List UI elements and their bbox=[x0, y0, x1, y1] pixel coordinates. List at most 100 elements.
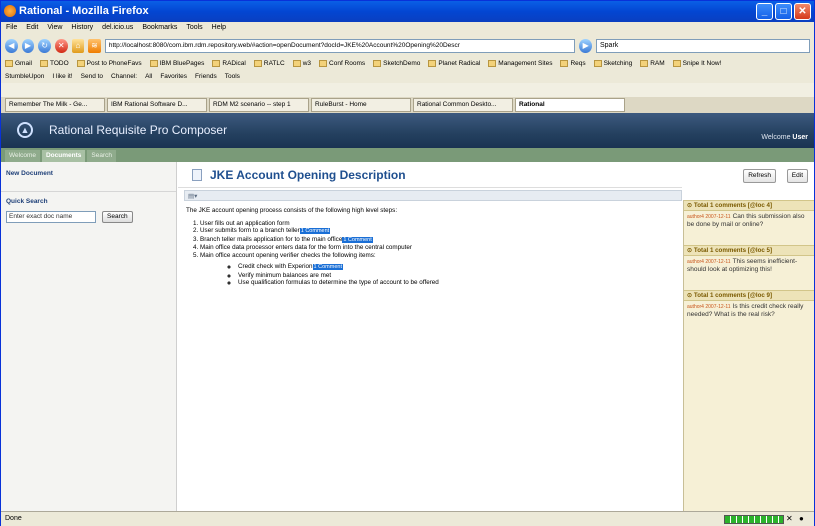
steps-list: User fills out an application form User … bbox=[200, 220, 676, 287]
browser-tab[interactable]: Remember The Milk - Ge... bbox=[5, 98, 105, 112]
tab-search[interactable]: Search bbox=[87, 150, 116, 162]
list-item: User submits form to a branch teller1 Co… bbox=[200, 227, 676, 236]
comment-header[interactable]: ⊙ Total 1 comments [@loc 5] bbox=[684, 245, 814, 256]
menu-view[interactable]: View bbox=[47, 24, 62, 34]
bookmark-item[interactable]: TODO bbox=[39, 60, 69, 67]
bookmark-item[interactable]: w3 bbox=[292, 60, 311, 67]
document-actions: Refresh Edit bbox=[682, 162, 814, 188]
bookmark-item[interactable]: Planet Radical bbox=[428, 60, 480, 67]
tab-documents[interactable]: Documents bbox=[41, 150, 86, 162]
menu-edit[interactable]: Edit bbox=[26, 24, 38, 34]
stumble-button[interactable]: StumbleUpon bbox=[5, 73, 44, 80]
menu-bar: File Edit View History del.icio.us Bookm… bbox=[1, 22, 814, 36]
bookmark-item[interactable]: Management Sites bbox=[488, 60, 552, 67]
forward-icon[interactable]: ▶ bbox=[21, 39, 35, 53]
edit-button[interactable]: Edit bbox=[786, 169, 808, 183]
document-header: JKE Account Opening Description bbox=[178, 162, 682, 188]
list-item: Use qualification formulas to determine … bbox=[238, 279, 676, 287]
browser-tab[interactable]: IBM Rational Software D... bbox=[107, 98, 207, 112]
comment-marker[interactable]: 1 Comment bbox=[342, 236, 373, 243]
comment-body: author4 2007-12-11 Can this submission al… bbox=[684, 211, 814, 245]
comment-body: author4 2007-12-11 Is this credit check r… bbox=[684, 301, 814, 335]
document-toolbar[interactable]: ▤▾ bbox=[184, 190, 682, 201]
back-icon[interactable]: ◀ bbox=[5, 39, 18, 53]
browser-tab-active[interactable]: Rational bbox=[515, 98, 625, 112]
list-item: Branch teller mails application for to t… bbox=[200, 236, 676, 245]
maximize-button[interactable]: □ bbox=[775, 3, 792, 20]
security-icon[interactable]: ● bbox=[799, 514, 809, 524]
list-item: User fills out an application form bbox=[200, 220, 676, 228]
menu-history[interactable]: History bbox=[71, 24, 93, 34]
addon-icon[interactable]: ✕ bbox=[786, 514, 796, 524]
tab-welcome[interactable]: Welcome bbox=[5, 150, 40, 162]
status-text: Done bbox=[5, 515, 22, 522]
menu-file[interactable]: File bbox=[6, 24, 17, 34]
list-item: Main office data processor enters data f… bbox=[200, 244, 676, 252]
document-intro: The JKE account opening process consists… bbox=[186, 207, 398, 214]
bookmark-item[interactable]: Snipe It Now! bbox=[672, 60, 721, 67]
menu-delicious[interactable]: del.icio.us bbox=[102, 24, 133, 34]
feed-icon[interactable]: ≋ bbox=[88, 39, 101, 53]
document-title: JKE Account Opening Description bbox=[210, 168, 406, 182]
quick-search-heading: Quick Search bbox=[6, 198, 48, 205]
navigation-toolbar: ◀ ▶ ↻ ✕ ⌂ ≋ http://localhost:8080/com.ib… bbox=[1, 36, 814, 56]
send-to-button[interactable]: Send to bbox=[81, 73, 103, 80]
progress-bar bbox=[724, 515, 784, 524]
new-document-link[interactable]: New Document bbox=[1, 162, 176, 192]
browser-tab[interactable]: RDM M2 scenario -- step 1 bbox=[209, 98, 309, 112]
window-titlebar: Rational - Mozilla Firefox _ □ ✕ bbox=[1, 1, 814, 22]
document-icon bbox=[192, 169, 202, 181]
bookmark-item[interactable]: Gmail bbox=[5, 60, 32, 67]
bookmark-item[interactable]: RAM bbox=[640, 60, 665, 67]
list-item: Verify minimum balances are met bbox=[238, 272, 676, 280]
go-icon[interactable]: ▶ bbox=[579, 39, 592, 53]
all-button[interactable]: All bbox=[145, 73, 152, 80]
bookmarks-toolbar-extra bbox=[1, 83, 814, 97]
document-panel: JKE Account Opening Description ▤▾ The J… bbox=[178, 162, 682, 511]
minimize-button[interactable]: _ bbox=[756, 3, 773, 20]
sub-items-list: Credit check with Experion1 Comment Veri… bbox=[238, 263, 676, 287]
stop-icon[interactable]: ✕ bbox=[54, 39, 68, 53]
rational-logo-icon: ▲ bbox=[17, 122, 33, 138]
left-panel: New Document Quick Search Enter exact do… bbox=[1, 162, 177, 511]
menu-help[interactable]: Help bbox=[212, 24, 226, 34]
bookmark-item[interactable]: Conf Rooms bbox=[319, 60, 365, 67]
bookmark-item[interactable]: RATLC bbox=[253, 60, 285, 67]
refresh-button[interactable]: Refresh bbox=[743, 169, 776, 183]
reload-icon[interactable]: ↻ bbox=[38, 39, 51, 53]
firefox-icon bbox=[4, 5, 16, 17]
favorites-button[interactable]: Favorites bbox=[160, 73, 187, 80]
comment-body: author4 2007-12-11 This seems inefficient… bbox=[684, 256, 814, 290]
bookmark-item[interactable]: Reqs bbox=[560, 60, 586, 67]
browser-tab[interactable]: RuleBurst - Home bbox=[311, 98, 411, 112]
close-button[interactable]: ✕ bbox=[794, 3, 811, 20]
bookmark-item[interactable]: IBM BluePages bbox=[149, 60, 204, 67]
document-body: The JKE account opening process consists… bbox=[186, 207, 676, 287]
quick-search-input[interactable]: Enter exact doc name bbox=[6, 211, 96, 223]
comment-header[interactable]: ⊙ Total 1 comments [@loc 4] bbox=[684, 200, 814, 211]
comment-header[interactable]: ⊙ Total 1 comments [@loc 9] bbox=[684, 290, 814, 301]
friends-button[interactable]: Friends bbox=[195, 73, 217, 80]
app-title: Rational Requisite Pro Composer bbox=[49, 123, 228, 137]
browser-tab[interactable]: Rational Common Deskto... bbox=[413, 98, 513, 112]
menu-tools[interactable]: Tools bbox=[186, 24, 202, 34]
bookmark-item[interactable]: SketchDemo bbox=[373, 60, 420, 67]
bookmark-item[interactable]: Sketching bbox=[593, 60, 632, 67]
home-icon[interactable]: ⌂ bbox=[71, 39, 85, 53]
quick-search-button[interactable]: Search bbox=[102, 211, 133, 223]
app-tabs: Welcome Documents Search bbox=[1, 148, 814, 162]
like-button[interactable]: I like it! bbox=[52, 73, 72, 80]
menu-bookmarks[interactable]: Bookmarks bbox=[142, 24, 177, 34]
stumbleupon-toolbar: StumbleUpon I like it! Send to Channel: … bbox=[1, 70, 814, 83]
welcome-text: Welcome User bbox=[761, 134, 808, 141]
list-item: Credit check with Experion1 Comment bbox=[238, 263, 676, 272]
url-bar[interactable]: http://localhost:8080/com.ibm.rdm.reposi… bbox=[104, 39, 576, 53]
browser-tab-strip: Remember The Milk - Ge... IBM Rational S… bbox=[1, 97, 814, 113]
comment-author: author4 2007-12-11 bbox=[687, 304, 731, 310]
search-field[interactable]: Spark bbox=[596, 39, 810, 53]
bookmark-item[interactable]: RADical bbox=[212, 60, 246, 67]
comment-marker[interactable]: 1 Comment bbox=[312, 264, 343, 270]
bookmark-item[interactable]: Post to PhoneFavs bbox=[76, 60, 142, 67]
tools-button[interactable]: Tools bbox=[225, 73, 240, 80]
comment-marker[interactable]: 1 Comment bbox=[299, 228, 331, 234]
